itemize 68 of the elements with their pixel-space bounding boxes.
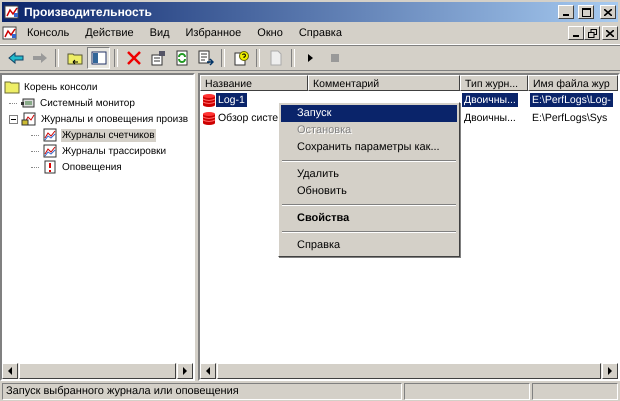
menu-item[interactable]: Действие (78, 25, 141, 41)
right-arrow-icon (183, 367, 187, 375)
left-arrow-icon (8, 367, 12, 375)
toolbar-button[interactable] (87, 47, 110, 69)
refresh-icon (174, 50, 190, 66)
forward-arrow-icon (32, 50, 48, 66)
stop-icon (330, 54, 338, 62)
table-cell-text: Обзор систе (217, 111, 280, 125)
delete-icon (126, 50, 142, 66)
column-header[interactable]: Имя файла жур (528, 75, 618, 91)
tree-pane-icon (90, 50, 106, 66)
horizontal-scrollbar[interactable] (2, 363, 193, 379)
table-cell: Log-1 (216, 93, 247, 107)
tree-item[interactable]: Журналы и оповещения произв (40, 112, 190, 126)
monitor-icon (20, 96, 36, 110)
back-arrow-icon (8, 50, 24, 66)
properties-icon (150, 50, 166, 66)
table-cell: Двоичны... (462, 93, 518, 107)
app-icon (4, 4, 20, 20)
close-icon (604, 8, 612, 16)
tree-item[interactable]: Журналы трассировки (61, 144, 168, 158)
column-header[interactable]: Название (200, 75, 308, 91)
maximize-button[interactable] (578, 5, 594, 19)
minimize-button[interactable] (568, 26, 584, 40)
export-list-icon (198, 50, 214, 66)
close-button[interactable] (600, 5, 616, 19)
table-cell-text: Двоичны... (463, 111, 517, 125)
window-title: Производительность (24, 5, 152, 19)
close-button[interactable] (602, 26, 618, 40)
context-menu-item[interactable]: Свойства (281, 210, 457, 227)
restore-icon (588, 28, 596, 38)
context-menu-item[interactable]: Сохранить параметры как... (281, 139, 457, 156)
folder-icon (4, 80, 20, 94)
logs-icon (21, 112, 37, 126)
database-icon (202, 93, 216, 107)
status-text: Запуск выбранного журнала или оповещения (2, 383, 402, 400)
restore-button[interactable] (584, 26, 600, 40)
context-menu-item[interactable]: Запуск (281, 105, 457, 122)
app-icon (2, 25, 18, 41)
menu-item[interactable]: Окно (250, 25, 290, 41)
chart-icon (42, 144, 58, 158)
tree-item[interactable]: Журналы счетчиков (61, 128, 156, 142)
play-icon (308, 54, 313, 62)
column-header[interactable]: Тип журн... (460, 75, 528, 91)
menu-item[interactable]: Вид (142, 25, 177, 41)
context-menu-item[interactable]: Удалить (281, 166, 457, 183)
right-arrow-icon (608, 367, 612, 375)
menu-item[interactable]: Консоль (20, 25, 76, 41)
table-cell: E:\PerfLogs\Log- (530, 93, 613, 107)
alert-icon (42, 160, 58, 174)
tree-item[interactable]: Системный монитор (39, 96, 136, 110)
database-icon (202, 111, 216, 125)
left-arrow-icon (206, 367, 210, 375)
tree-item[interactable]: Оповещения (61, 160, 123, 174)
blank-page-icon (268, 50, 284, 66)
chart-icon (42, 128, 58, 142)
context-menu-item[interactable]: Обновить (281, 183, 457, 200)
close-icon (606, 30, 614, 36)
column-header[interactable]: Комментарий (308, 75, 460, 91)
tree-item[interactable]: Корень консоли (23, 80, 98, 94)
minimize-button[interactable] (558, 5, 574, 19)
horizontal-scrollbar[interactable] (200, 363, 618, 379)
menu-item[interactable]: Справка (292, 25, 349, 41)
table-cell-text: E:\PerfLogs\Sys (531, 111, 608, 125)
help-icon (232, 50, 248, 66)
context-menu-item[interactable]: Справка (281, 237, 457, 254)
menu-item[interactable]: Избранное (178, 25, 248, 41)
collapse-box[interactable] (9, 114, 18, 124)
